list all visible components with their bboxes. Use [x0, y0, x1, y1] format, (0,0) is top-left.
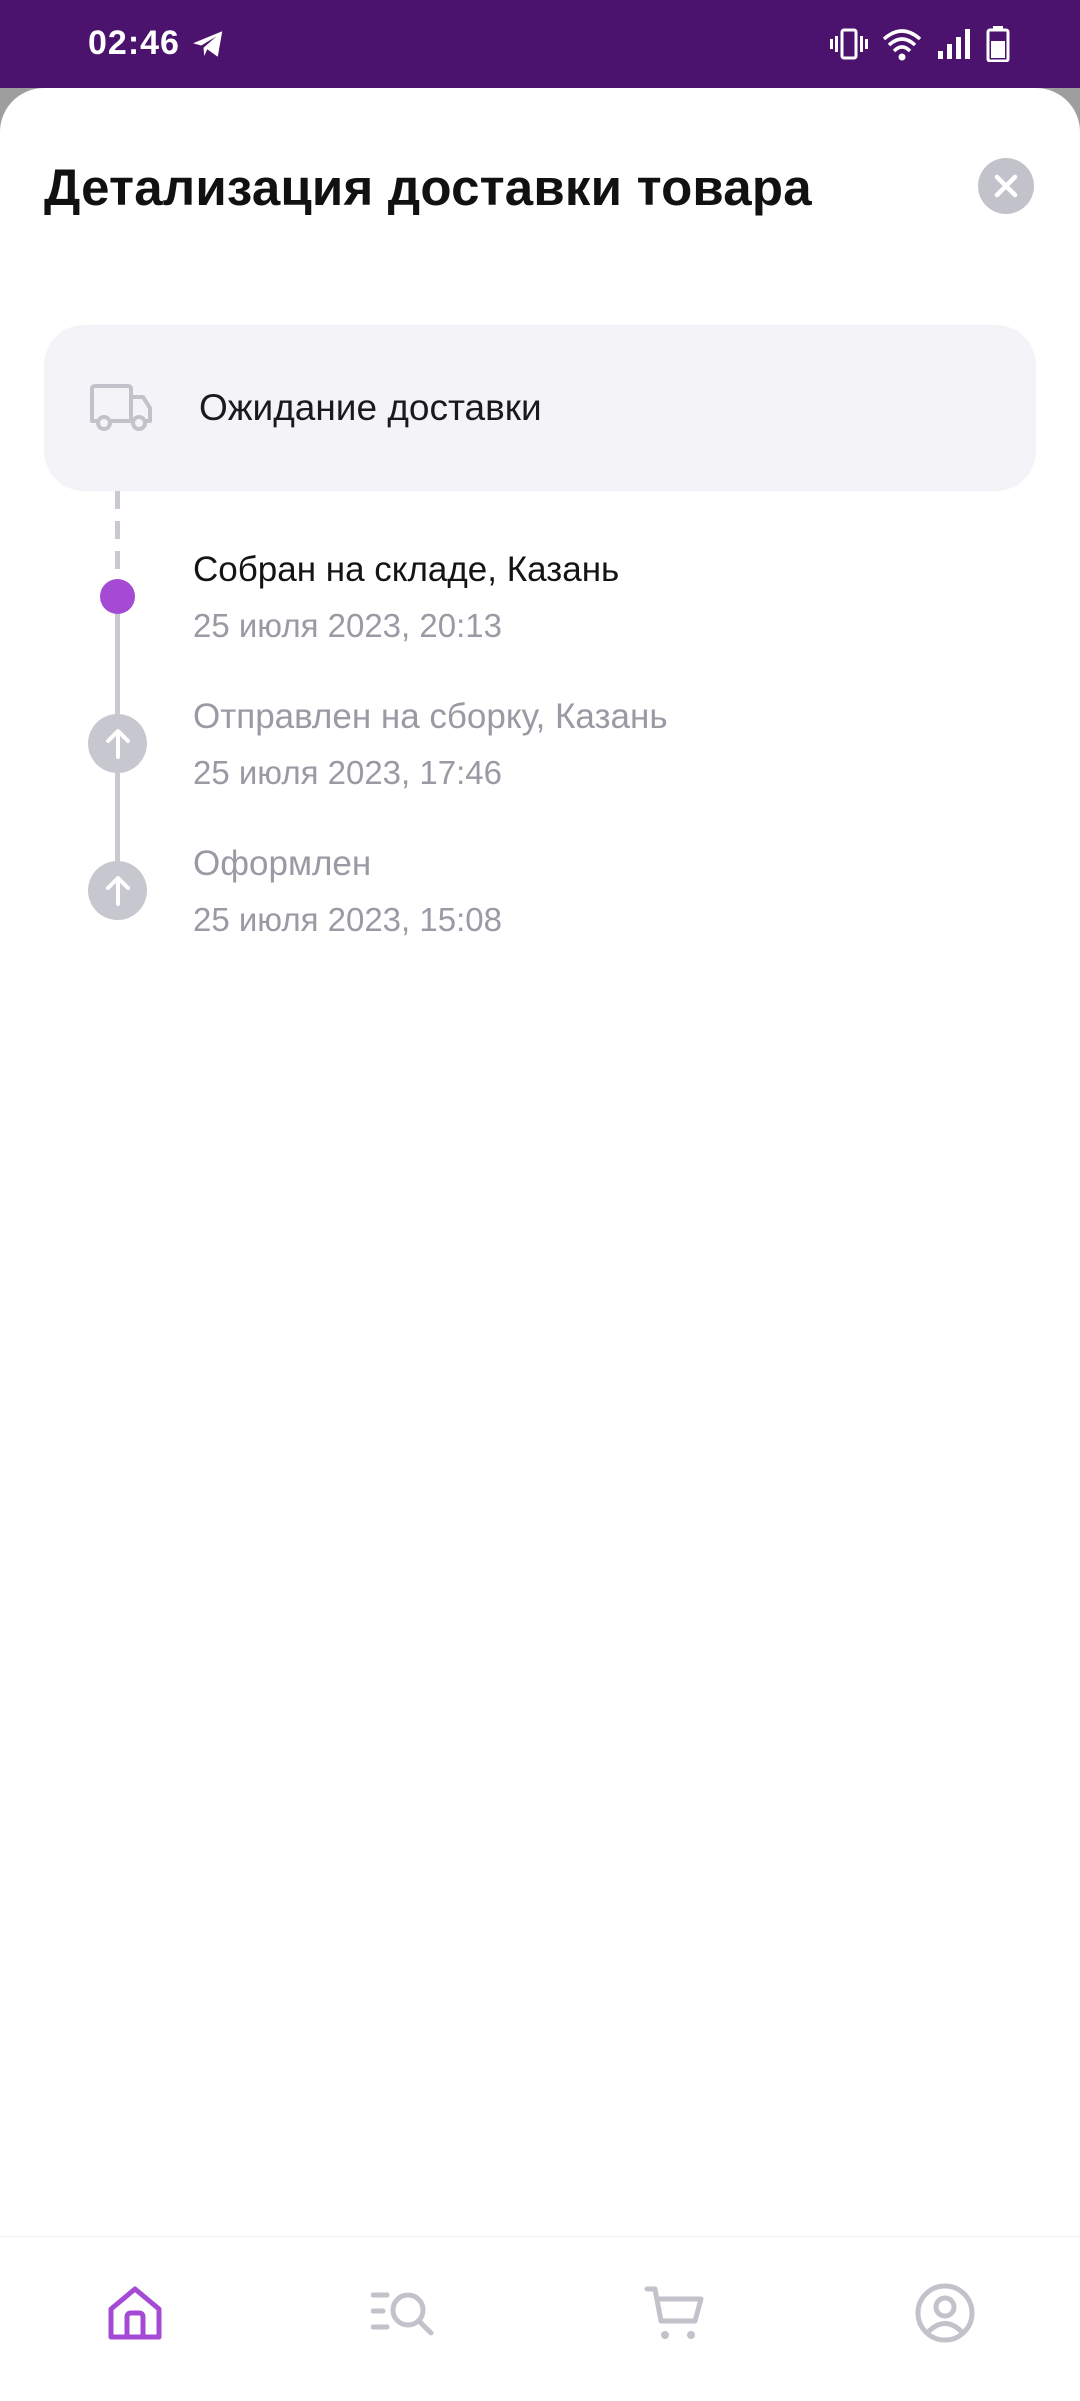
- bottom-navigation: [0, 2236, 1080, 2401]
- arrow-up-icon: [105, 728, 130, 759]
- timeline-dot-past: [88, 861, 147, 920]
- timeline-dot-current: [100, 579, 135, 614]
- vibrate-icon: [830, 28, 868, 60]
- close-icon: [994, 174, 1018, 198]
- sheet-title: Детализация доставки товара: [44, 159, 812, 216]
- event-date: 25 июля 2023, 15:08: [193, 901, 502, 938]
- delivery-details-sheet: Детализация доставки товара Ожидание дос…: [0, 88, 1080, 2400]
- wifi-icon: [882, 29, 922, 61]
- status-bar: 02:46: [0, 0, 1080, 88]
- profile-icon: [915, 2283, 975, 2343]
- current-status-label: Ожидание доставки: [199, 387, 542, 428]
- timeline-event: Собран на складе, Казань 25 июля 2023, 2…: [193, 548, 619, 648]
- home-icon: [108, 2286, 162, 2340]
- event-title: Собран на складе, Казань: [193, 550, 620, 589]
- timeline-event: Отправлен на сборку, Казань 25 июля 2023…: [193, 695, 668, 795]
- nav-home[interactable]: [103, 2281, 167, 2345]
- close-button[interactable]: [978, 158, 1034, 214]
- truck-icon: [90, 384, 152, 431]
- status-icons: [830, 24, 1010, 64]
- telegram-icon: [193, 31, 223, 57]
- timeline-event: Оформлен 25 июля 2023, 15:08: [193, 842, 502, 942]
- signal-icon: [938, 29, 970, 59]
- event-title: Отправлен на сборку, Казань: [193, 697, 668, 736]
- status-time: 02:46: [88, 24, 180, 62]
- nav-profile[interactable]: [913, 2281, 977, 2345]
- catalog-search-icon: [370, 2292, 434, 2336]
- timeline-dot-past: [88, 714, 147, 773]
- battery-icon: [986, 26, 1010, 62]
- current-status-card: Ожидание доставки: [44, 325, 1036, 491]
- cart-icon: [644, 2286, 704, 2339]
- nav-cart[interactable]: [643, 2281, 707, 2345]
- event-title: Оформлен: [193, 844, 372, 883]
- arrow-up-icon: [105, 875, 130, 906]
- event-date: 25 июля 2023, 20:13: [193, 607, 502, 644]
- event-date: 25 июля 2023, 17:46: [193, 754, 502, 791]
- nav-catalog-search[interactable]: [370, 2281, 435, 2345]
